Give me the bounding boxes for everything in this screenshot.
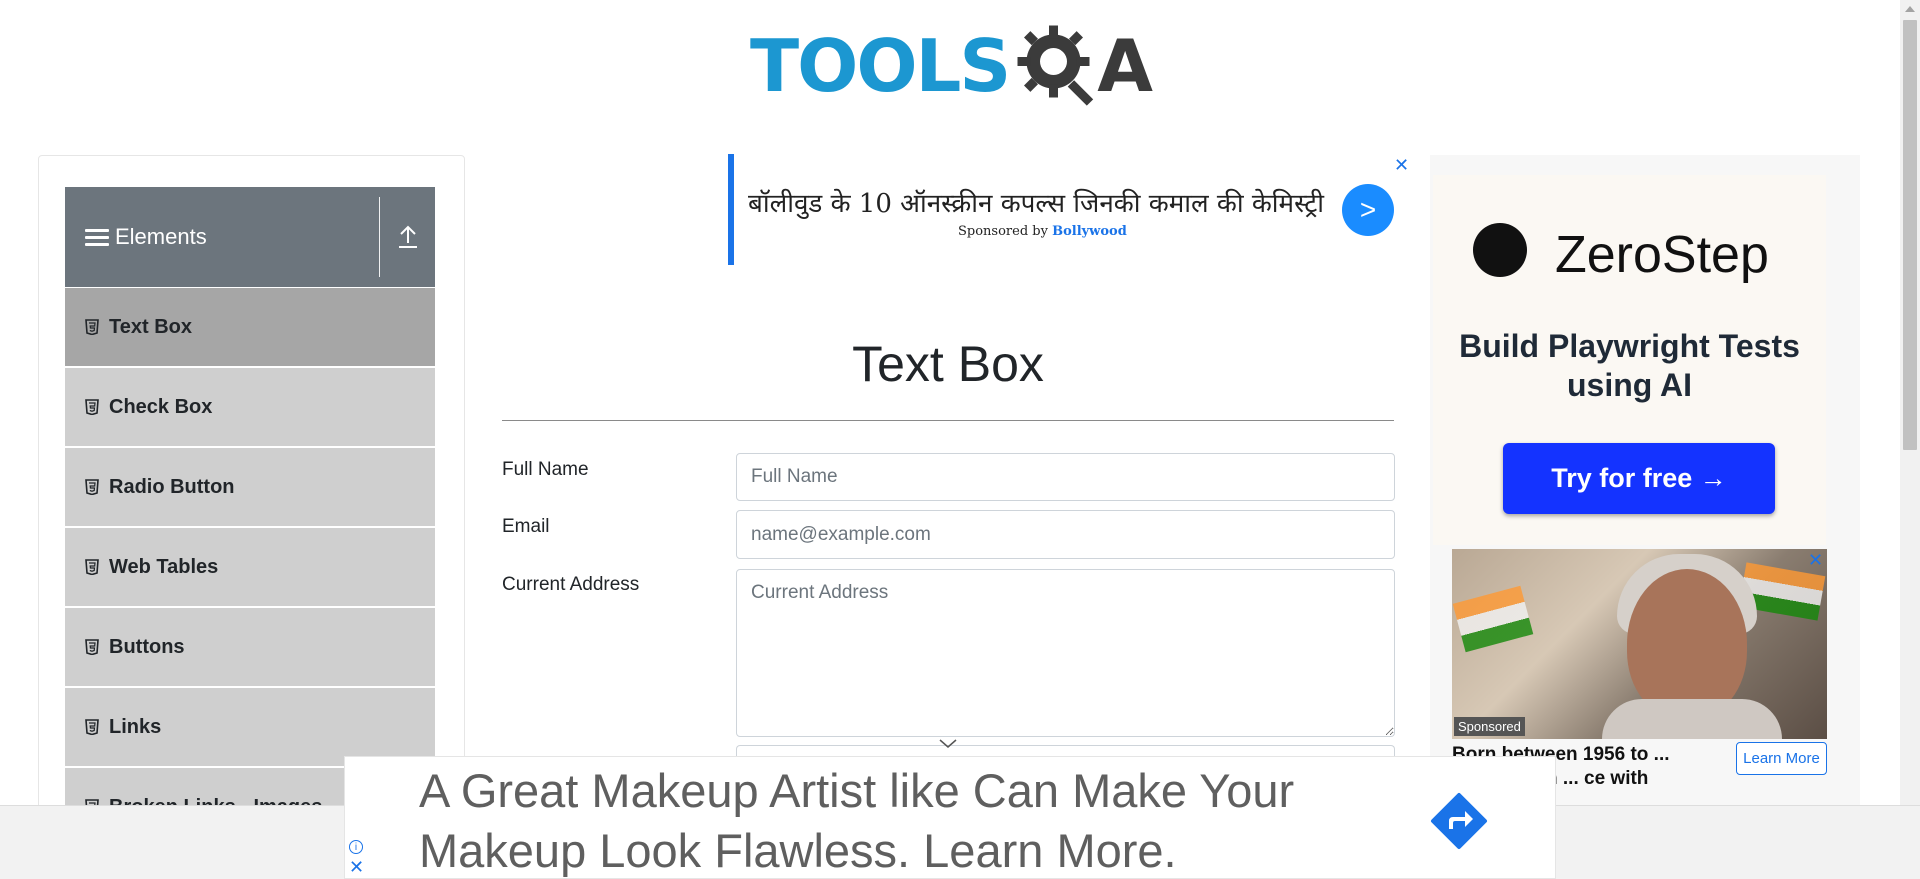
sidebar-item-radio-button[interactable]: Radio Button	[65, 447, 435, 527]
ad-headline[interactable]: बॉलीवुड के 10 ऑनस्क्रीन कपल्स जिनकी कमाल…	[748, 184, 1324, 220]
sidebar-item-label: Buttons	[109, 635, 185, 658]
hamburger-icon	[85, 225, 109, 250]
ad-info-icon[interactable]: i	[349, 840, 363, 854]
scrollbar-thumb[interactable]	[1903, 20, 1917, 450]
current-address-textarea[interactable]	[736, 569, 1395, 737]
full-name-input[interactable]	[736, 453, 1395, 501]
title-divider	[502, 420, 1394, 421]
chevron-down-icon[interactable]	[938, 738, 958, 750]
person-body	[1602, 699, 1782, 739]
page-title: Text Box	[852, 336, 1044, 392]
toolsqa-logo[interactable]: TOOLS A	[750, 18, 1155, 113]
bottom-ad-headline[interactable]: A Great Makeup Artist like Can Make Your…	[419, 761, 1339, 879]
html5-icon	[85, 559, 99, 575]
sponsored-by-label: Sponsored by	[958, 224, 1048, 239]
collapse-upload-icon[interactable]	[391, 219, 425, 255]
sidebar-item-label: Links	[109, 715, 162, 738]
sidebar-item-label: Check Box	[109, 395, 213, 418]
scroll-up-arrow-icon[interactable]	[1905, 6, 1915, 12]
ad-accent-bar	[728, 154, 734, 265]
top-ad-close-icon[interactable]: ✕	[1394, 156, 1409, 174]
zerostep-logo-icon	[1473, 223, 1527, 277]
sponsor-name[interactable]: Bollywood	[1052, 224, 1127, 239]
sponsored-photo-ad[interactable]	[1452, 549, 1827, 739]
sidebar-item-label: Web Tables	[109, 555, 219, 578]
html5-icon	[85, 399, 99, 415]
sidebar-item-buttons[interactable]: Buttons	[65, 607, 435, 687]
zerostep-brand: ZeroStep	[1555, 226, 1769, 284]
sidebar-item-web-tables[interactable]: Web Tables	[65, 527, 435, 607]
sidebar-item-check-box[interactable]: Check Box	[65, 367, 435, 447]
header-divider	[379, 197, 380, 277]
html5-icon	[85, 319, 99, 335]
learn-more-button[interactable]: Learn More	[1736, 742, 1827, 775]
zerostep-ad[interactable]: ZeroStep Build Playwright Tests using AI…	[1433, 175, 1826, 545]
try-for-free-button[interactable]: Try for free →	[1503, 443, 1775, 514]
current-address-label: Current Address	[502, 574, 640, 595]
page-scrollbar[interactable]	[1900, 0, 1920, 805]
photo-ad-close-icon[interactable]: ✕	[1808, 551, 1823, 569]
html5-icon	[85, 639, 99, 655]
email-input[interactable]	[736, 510, 1395, 559]
bottom-banner-ad[interactable]: A Great Makeup Artist like Can Make Your…	[344, 756, 1556, 879]
html5-icon	[85, 719, 99, 735]
sidebar-item-links[interactable]: Links	[65, 687, 435, 767]
bottom-ad-close-icon[interactable]: ✕	[349, 857, 364, 878]
indian-flag-image	[1452, 585, 1534, 653]
ad-sponsor-line: Sponsored by Bollywood	[958, 224, 1127, 239]
page: TOOLS A Elements Text Box Check Box Radi…	[0, 0, 1920, 879]
ad-go-button[interactable]: >	[1342, 184, 1394, 236]
group-title: Elements	[115, 224, 207, 249]
html5-icon	[85, 479, 99, 495]
elements-group-header[interactable]: Elements	[65, 187, 435, 287]
sidebar-item-label: Text Box	[109, 315, 192, 338]
top-sponsored-ad[interactable]: बॉलीवुड के 10 ऑनस्क्रीन कपल्स जिनकी कमाल…	[728, 154, 1398, 265]
sidebar-item-label: Radio Button	[109, 475, 235, 498]
logo-a-text: A	[1097, 23, 1153, 108]
share-arrow-icon[interactable]	[1429, 791, 1489, 851]
person-face	[1627, 569, 1747, 719]
email-label: Email	[502, 516, 550, 537]
sidebar-item-text-box[interactable]: Text Box	[65, 287, 435, 367]
logo-tools-text: TOOLS	[750, 23, 1011, 108]
zerostep-tagline: Build Playwright Tests using AI	[1459, 328, 1800, 403]
full-name-label: Full Name	[502, 459, 589, 480]
sponsored-badge: Sponsored	[1454, 717, 1525, 736]
gear-magnifier-icon	[1017, 25, 1094, 106]
